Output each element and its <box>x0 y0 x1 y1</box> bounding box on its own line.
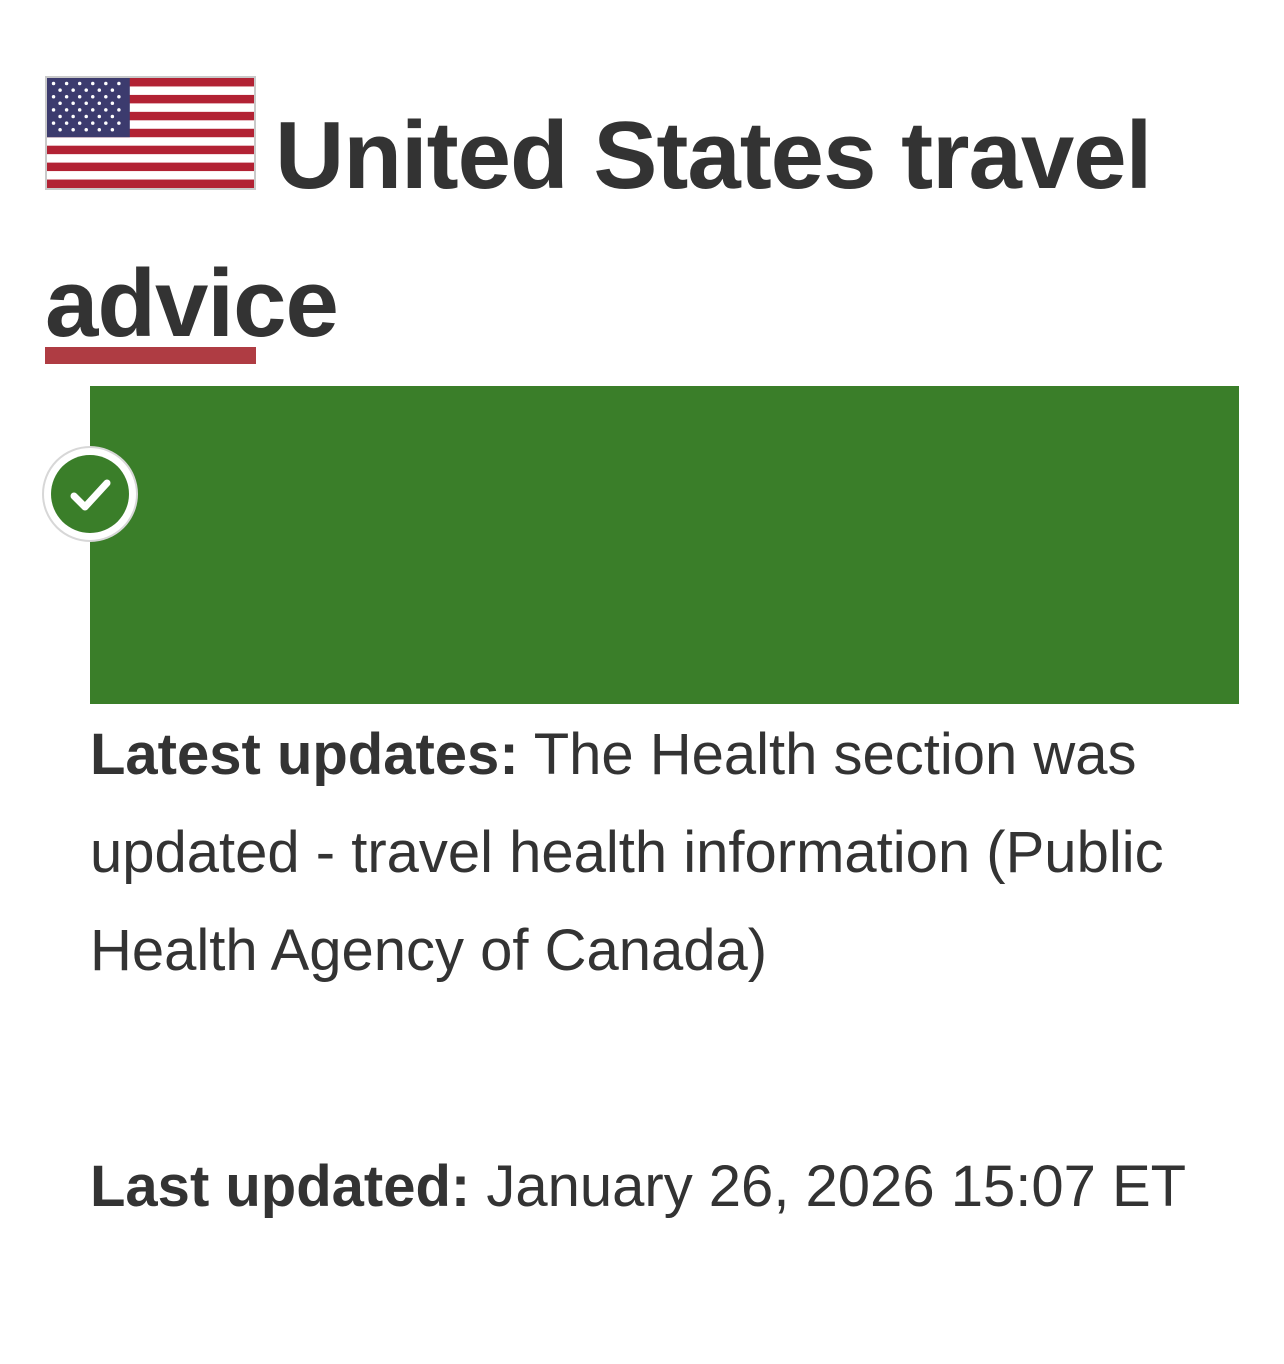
latest-updates: Latest updates: The Health section was u… <box>90 706 1190 1000</box>
last-updated-text: January 26, 2026 15:07 ET <box>470 1154 1187 1219</box>
latest-updates-label: Latest updates: <box>90 722 519 787</box>
last-updated: Last updated: January 26, 2026 15:07 ET <box>90 1138 1190 1236</box>
last-updated-label: Last updated: <box>90 1154 471 1219</box>
title-underline <box>45 347 256 364</box>
risk-level-banner: Take normal security precautions <box>90 386 1239 1010</box>
page-title: United States travel advice <box>45 102 1152 357</box>
check-circle-icon <box>42 446 138 542</box>
